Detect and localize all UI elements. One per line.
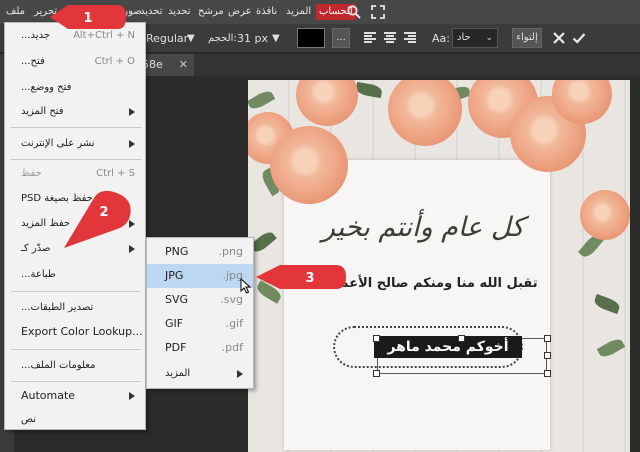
app-window: ملف تحرير صورة تحديد تحديد مرشح عرض نافذ… [0,0,640,452]
export-more[interactable]: المزيد [147,362,253,386]
text-color-swatch[interactable] [297,28,325,48]
file-automate-label: Automate [21,389,76,402]
export-more-label: المزيد [165,368,191,379]
file-export-color-lookup-label: Export Color Lookup... [21,325,143,338]
close-tab-icon[interactable]: ✕ [179,54,188,76]
menu-divider [11,291,141,292]
font-style-select[interactable]: Regular [146,24,188,53]
step-callout-1-number: 1 [83,11,92,26]
greeting-headline: كل عام وأنتم بخير [321,212,525,243]
menu-view[interactable]: عرض [228,0,252,24]
file-open-more-label: فتح المزيد [21,106,64,117]
menu-window[interactable]: نافذة [256,0,277,24]
chevron-down-icon: ⌄ [485,33,493,43]
fullscreen-icon[interactable] [370,4,386,20]
export-jpg-label: JPG [165,269,184,282]
file-save-label: حفظ [21,168,42,179]
export-svg[interactable]: SVG .svg [147,288,253,312]
search-icon[interactable] [346,4,362,20]
step-callout-3: 3 [256,265,346,289]
greeting-subline: تقبل الله منا ومنكم صالح الأعمال [324,276,538,291]
export-gif-label: GIF [165,317,184,330]
export-jpg[interactable]: JPG .jpg [147,264,253,288]
menu-layer[interactable]: تحديد [140,0,163,24]
file-export-layers-label: تصدير الطبقات... [21,302,94,313]
antialias-label: Aa: [432,32,450,45]
transform-handle[interactable] [544,352,551,359]
menu-divider [11,381,141,382]
step-callout-2: 2 [64,190,131,248]
file-open-more[interactable]: فتح المزيد [5,101,145,123]
file-open-and-place[interactable]: فتح ووضع... [5,77,145,99]
menu-file[interactable]: ملف [6,0,25,24]
cancel-icon[interactable] [552,31,566,45]
step-callout-3-number: 3 [305,271,314,286]
transform-handle[interactable] [544,335,551,342]
align-center-icon[interactable] [384,32,396,44]
mouse-cursor-icon [240,278,252,294]
file-save-shortcut: Ctrl + S [96,168,135,179]
menu-divider [11,159,141,160]
step-callout-2-number: 2 [99,205,108,220]
align-left-icon[interactable] [364,32,376,44]
warp-button[interactable]: إلتواء [512,28,542,48]
file-open-label: فتح... [21,56,45,67]
antialias-value: حاد [457,32,471,43]
step-callout-1: 1 [50,5,126,29]
menu-filter[interactable]: مرشح [198,0,224,24]
greeting-card [284,160,550,450]
file-export-color-lookup[interactable]: Export Color Lookup... [5,321,145,343]
file-info[interactable]: معلومات الملف... [5,355,145,377]
export-gif[interactable]: GIF .gif [147,312,253,336]
rose-decoration [270,126,348,204]
export-pdf-ext: .pdf [221,341,243,354]
transform-handle[interactable] [458,335,465,342]
menu-more[interactable]: المزيد [286,0,311,24]
file-automate[interactable]: Automate [5,385,145,407]
antialias-select[interactable]: حاد ⌄ [452,28,498,48]
transform-handle[interactable] [373,370,380,377]
export-png-ext: .png [218,245,243,258]
transform-handle[interactable] [373,335,380,342]
menu-divider [11,349,141,350]
signature-text-selected[interactable]: أخوكم محمد ماهر [374,336,522,358]
export-as-submenu: PNG .png JPG .jpg SVG .svg GIF .gif PDF … [146,237,254,389]
menu-divider [11,127,141,128]
export-svg-label: SVG [165,293,189,306]
export-pdf[interactable]: PDF .pdf [147,336,253,360]
export-png[interactable]: PNG .png [147,240,253,264]
file-script-label: نص [21,414,37,425]
submenu-arrow-icon [129,392,135,400]
export-png-label: PNG [165,245,189,258]
rose-decoration [580,190,630,240]
file-print[interactable]: طباعة... [5,264,145,286]
font-size-input[interactable]: 31 px [237,24,268,53]
file-publish-online-label: نشر على الإنترنت [21,138,95,149]
file-save[interactable]: حفظ Ctrl + S [5,163,145,185]
export-gif-ext: .gif [225,317,243,330]
size-label: الحجم: [208,33,237,44]
file-export-layers[interactable]: تصدير الطبقات... [5,297,145,319]
align-right-icon[interactable] [404,32,416,44]
file-script[interactable]: نص [5,409,145,431]
menu-select[interactable]: تحديد [168,0,191,24]
file-publish-online[interactable]: نشر على الإنترنت [5,133,145,155]
more-options-button[interactable]: ... [332,28,350,48]
file-open[interactable]: فتح... Ctrl + O [5,51,145,73]
submenu-arrow-icon [237,370,243,378]
font-size-arrow-icon[interactable]: ▼ [272,24,280,53]
export-pdf-label: PDF [165,341,187,354]
font-style-arrow-icon[interactable]: ▼ [187,24,195,53]
file-open-shortcut: Ctrl + O [94,56,135,67]
transform-handle[interactable] [544,370,551,377]
file-info-label: معلومات الملف... [21,360,96,371]
submenu-arrow-icon [129,140,135,148]
file-open-and-place-label: فتح ووضع... [21,82,72,93]
file-export-as-label: صدّر كـ [21,243,51,254]
commit-check-icon[interactable] [572,31,586,45]
submenu-arrow-icon [129,108,135,116]
file-print-label: طباعة... [21,269,56,280]
